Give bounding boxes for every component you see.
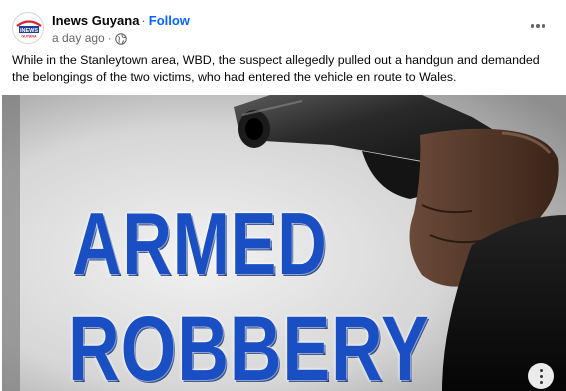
post-meta: a day ago · (52, 31, 127, 46)
follow-button[interactable]: Follow (149, 13, 190, 28)
globe-icon[interactable] (114, 32, 127, 45)
page-name-link[interactable]: Inews Guyana (52, 13, 139, 28)
avatar-subtext: GUYANA (21, 35, 37, 39)
inews-logo-icon: iNEWS GUYANA (14, 14, 43, 43)
headline-armed: ARMED (72, 194, 328, 293)
name-separator: · (141, 13, 146, 28)
page-avatar[interactable]: iNEWS GUYANA (12, 12, 44, 44)
more-options-icon[interactable] (526, 16, 550, 36)
author-line: Inews Guyana · Follow (52, 12, 190, 29)
post-caption: While in the Stanleytown area, WBD, the … (12, 53, 540, 84)
media-options-icon[interactable] (528, 363, 554, 389)
post-image[interactable]: ARMED ROBBERY (2, 95, 566, 391)
facebook-post: iNEWS GUYANA Inews Guyana · Follow a day a… (0, 0, 566, 391)
headline-robbery: ROBBERY (68, 298, 430, 391)
post-timestamp[interactable]: a day ago (52, 31, 105, 46)
avatar-text: iNEWS (20, 28, 38, 34)
meta-separator: · (107, 31, 112, 45)
post-header: iNEWS GUYANA Inews Guyana · Follow a day a… (12, 10, 552, 50)
